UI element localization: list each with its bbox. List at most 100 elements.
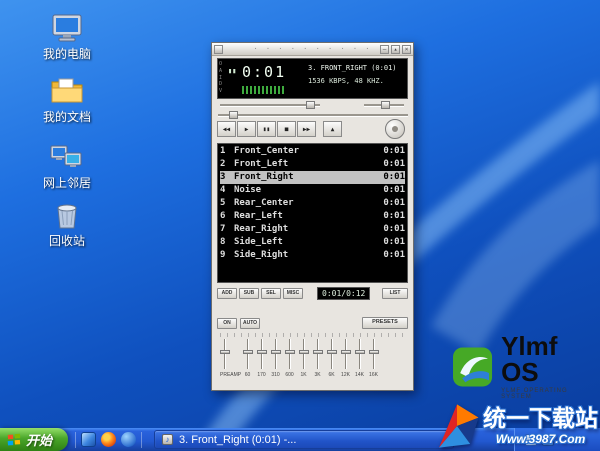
eq-band-slider[interactable]: 1K <box>299 339 308 378</box>
playlist-misc-button[interactable]: MISC <box>283 288 303 299</box>
eq-band-slider[interactable]: 16K <box>369 339 378 378</box>
firefox-icon[interactable] <box>101 432 116 447</box>
previous-button[interactable]: ◀◀ <box>217 121 236 137</box>
eq-band-track[interactable] <box>303 339 305 369</box>
eq-band-handle[interactable] <box>341 350 351 354</box>
player-lcd-display: O A I D V ▮▮ 0:01 3. FRONT_RIGHT (0:01) … <box>217 58 408 99</box>
playlist-sel-button[interactable]: SEL <box>261 288 281 299</box>
next-button[interactable]: ▶▶ <box>297 121 316 137</box>
minimize-button[interactable]: – <box>380 45 389 54</box>
eq-band-track[interactable] <box>289 339 291 369</box>
playlist-row-number: 5 <box>220 197 234 210</box>
playlist-row-number: 4 <box>220 184 234 197</box>
playlist-row[interactable]: 7 Rear_Right 0:01 <box>220 223 405 236</box>
eq-presets-button[interactable]: PRESETS <box>362 317 408 329</box>
volume-handle[interactable] <box>306 101 315 109</box>
playlist-row-title: Rear_Left <box>234 210 383 223</box>
eq-band-slider[interactable]: 600 <box>285 339 294 378</box>
playlist-row[interactable]: 2 Front_Left 0:01 <box>220 158 405 171</box>
preamp-slider-track[interactable] <box>224 339 226 369</box>
eq-band-handle[interactable] <box>369 350 379 354</box>
volume-slider[interactable] <box>220 101 320 109</box>
eq-band-handle[interactable] <box>355 350 365 354</box>
desktop-icon-recycle-bin[interactable]: 回收站 <box>38 200 96 249</box>
visualization[interactable] <box>242 86 286 94</box>
desktop-icon-my-computer[interactable]: 我的电脑 <box>38 13 96 62</box>
playlist-list-button[interactable]: LIST <box>382 288 408 299</box>
eq-band-handle[interactable] <box>257 350 267 354</box>
stop-button[interactable]: ■ <box>277 121 296 137</box>
playlist-row[interactable]: 1 Front_Center 0:01 <box>220 145 405 158</box>
eject-button[interactable]: ▲ <box>323 121 342 137</box>
eq-band-slider[interactable]: 6K <box>327 339 336 378</box>
show-desktop-icon[interactable] <box>81 432 96 447</box>
player-titlebar[interactable]: · · · · · · · · · · – ▴ × <box>212 43 413 56</box>
play-button[interactable]: ▶ <box>237 121 256 137</box>
balance-handle[interactable] <box>381 101 390 109</box>
balance-slider[interactable] <box>364 101 404 109</box>
network-places-icon <box>50 142 84 172</box>
eq-band-slider[interactable]: 60 <box>243 339 252 378</box>
eq-band-track[interactable] <box>247 339 249 369</box>
shade-button[interactable]: ▴ <box>391 45 400 54</box>
playlist-row[interactable]: 3 Front_Right 0:01 <box>220 171 405 184</box>
eq-band-label: 600 <box>285 372 294 378</box>
playlist-row-time: 0:01 <box>383 145 405 158</box>
playlist-row-time: 0:01 <box>383 236 405 249</box>
eq-band-track[interactable] <box>261 339 263 369</box>
playlist-add-button[interactable]: ADD <box>217 288 237 299</box>
playlist-row-number: 9 <box>220 249 234 262</box>
start-button[interactable]: 开始 <box>0 428 68 451</box>
eq-band-track[interactable] <box>331 339 333 369</box>
taskbar-task-button[interactable]: ♪ 3. Front_Right (0:01) -... <box>154 430 454 449</box>
eq-band-track[interactable] <box>373 339 375 369</box>
eq-band-handle[interactable] <box>243 350 253 354</box>
playlist-sub-button[interactable]: SUB <box>239 288 259 299</box>
track-title: 3. FRONT_RIGHT (0:01) <box>308 64 410 72</box>
my-documents-icon <box>50 76 84 106</box>
eq-band-handle[interactable] <box>285 350 295 354</box>
clutterbar[interactable]: O A I D V <box>219 61 222 95</box>
titlebar-dots: · · · · · · · · · · <box>253 46 371 53</box>
eq-band-handle[interactable] <box>313 350 323 354</box>
eq-on-button[interactable]: ON <box>217 318 237 329</box>
playlist-row[interactable]: 9 Side_Right 0:01 <box>220 249 405 262</box>
pause-button[interactable]: ▮▮ <box>257 121 276 137</box>
seek-handle[interactable] <box>229 111 238 119</box>
playlist-panel: 1 Front_Center 0:01 2 Front_Left 0:01 3 … <box>217 143 408 283</box>
desktop-icon-network-places[interactable]: 网上邻居 <box>38 142 96 191</box>
playlist-row[interactable]: 6 Rear_Left 0:01 <box>220 210 405 223</box>
eq-band-slider[interactable]: 310 <box>271 339 280 378</box>
playlist-row-title: Side_Right <box>234 249 383 262</box>
eq-band-slider[interactable]: 3K <box>313 339 322 378</box>
desktop-icon-label: 我的电脑 <box>38 45 96 62</box>
desktop-icon-my-documents[interactable]: 我的文档 <box>38 76 96 125</box>
preamp-slider[interactable]: PREAMP <box>220 339 229 378</box>
eq-band-track[interactable] <box>275 339 277 369</box>
eq-band-slider[interactable]: 170 <box>257 339 266 378</box>
eq-band-handle[interactable] <box>271 350 281 354</box>
eq-band-handle[interactable] <box>299 350 309 354</box>
watermark-site-name: 统一下载站 <box>483 406 598 431</box>
eq-band-track[interactable] <box>359 339 361 369</box>
eq-band-track[interactable] <box>345 339 347 369</box>
playlist-row[interactable]: 5 Rear_Center 0:01 <box>220 197 405 210</box>
seek-bar[interactable] <box>218 111 408 119</box>
playlist-row-time: 0:01 <box>383 223 405 236</box>
player-menu-icon[interactable] <box>214 45 223 54</box>
start-button-label: 开始 <box>26 430 52 449</box>
eq-auto-button[interactable]: AUTO <box>240 318 260 329</box>
eq-band-slider[interactable]: 14K <box>355 339 364 378</box>
close-button[interactable]: × <box>402 45 411 54</box>
eq-band-handle[interactable] <box>327 350 337 354</box>
desktop-icon-label: 我的文档 <box>38 108 96 125</box>
eq-band-slider[interactable]: 12K <box>341 339 350 378</box>
preamp-slider-handle[interactable] <box>220 350 230 354</box>
playlist-row[interactable]: 4 Noise 0:01 <box>220 184 405 197</box>
eq-band-track[interactable] <box>317 339 319 369</box>
media-player-icon[interactable] <box>121 432 136 447</box>
player-logo-button[interactable] <box>385 119 405 139</box>
play-state-icon: ▮▮ <box>228 67 236 75</box>
playlist-row[interactable]: 8 Side_Left 0:01 <box>220 236 405 249</box>
playlist-row-time: 0:01 <box>383 158 405 171</box>
